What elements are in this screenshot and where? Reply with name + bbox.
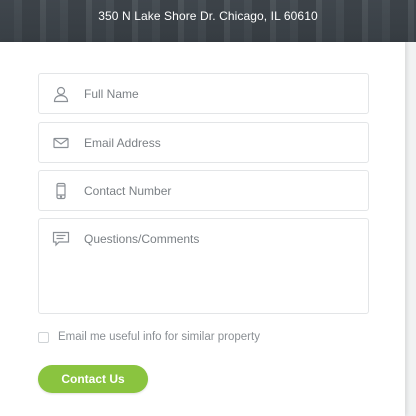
contact-us-button[interactable]: Contact Us <box>38 365 148 393</box>
email-field[interactable]: Email Address <box>38 122 369 163</box>
questions-comments-textarea[interactable]: Questions/Comments <box>38 218 369 314</box>
envelope-icon <box>52 134 70 152</box>
contact-number-field[interactable]: Contact Number <box>38 170 369 211</box>
opt-in-row: Email me useful info for similar propert… <box>38 330 260 344</box>
property-address: 350 N Lake Shore Dr. Chicago, IL 60610 <box>98 9 318 23</box>
email-placeholder: Email Address <box>84 136 161 150</box>
questions-comments-placeholder: Questions/Comments <box>84 232 200 246</box>
mobile-phone-icon <box>52 182 70 200</box>
header-banner: 350 N Lake Shore Dr. Chicago, IL 60610 <box>0 0 416 42</box>
opt-in-checkbox[interactable] <box>38 331 49 343</box>
chat-bubble-icon <box>52 230 70 248</box>
page-edge <box>405 42 416 416</box>
full-name-field[interactable]: Full Name <box>38 73 369 114</box>
opt-in-label[interactable]: Email me useful info for similar propert… <box>58 331 260 343</box>
contact-number-placeholder: Contact Number <box>84 184 172 198</box>
user-icon <box>52 85 70 103</box>
full-name-placeholder: Full Name <box>84 87 139 101</box>
